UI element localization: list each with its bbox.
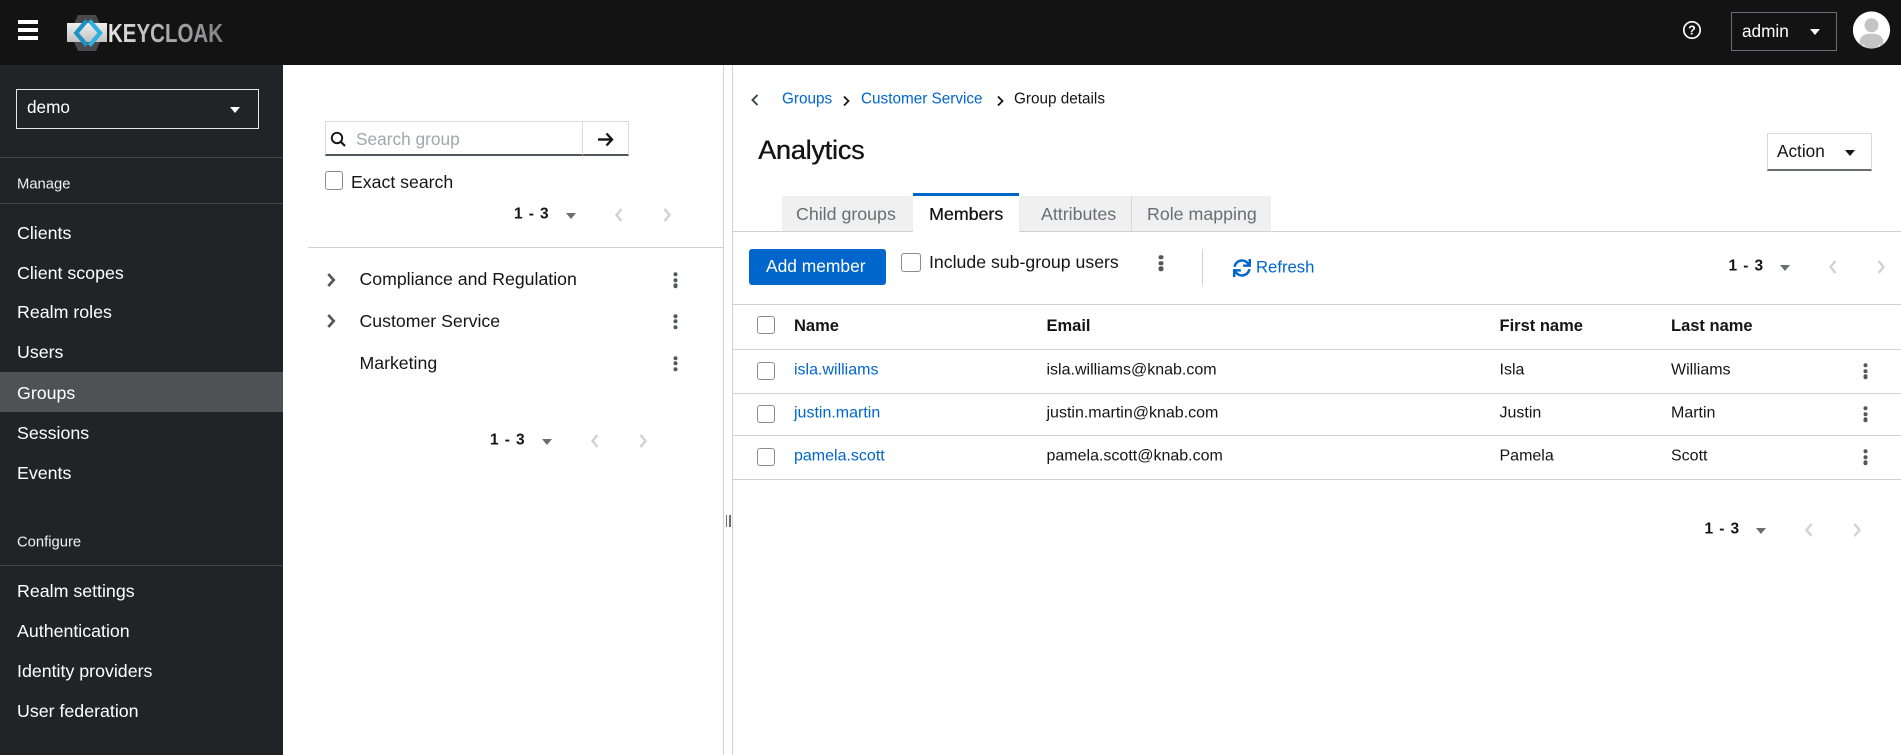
svg-text:?: ?	[1688, 24, 1696, 38]
svg-text:KEYCLOAK: KEYCLOAK	[108, 20, 223, 48]
